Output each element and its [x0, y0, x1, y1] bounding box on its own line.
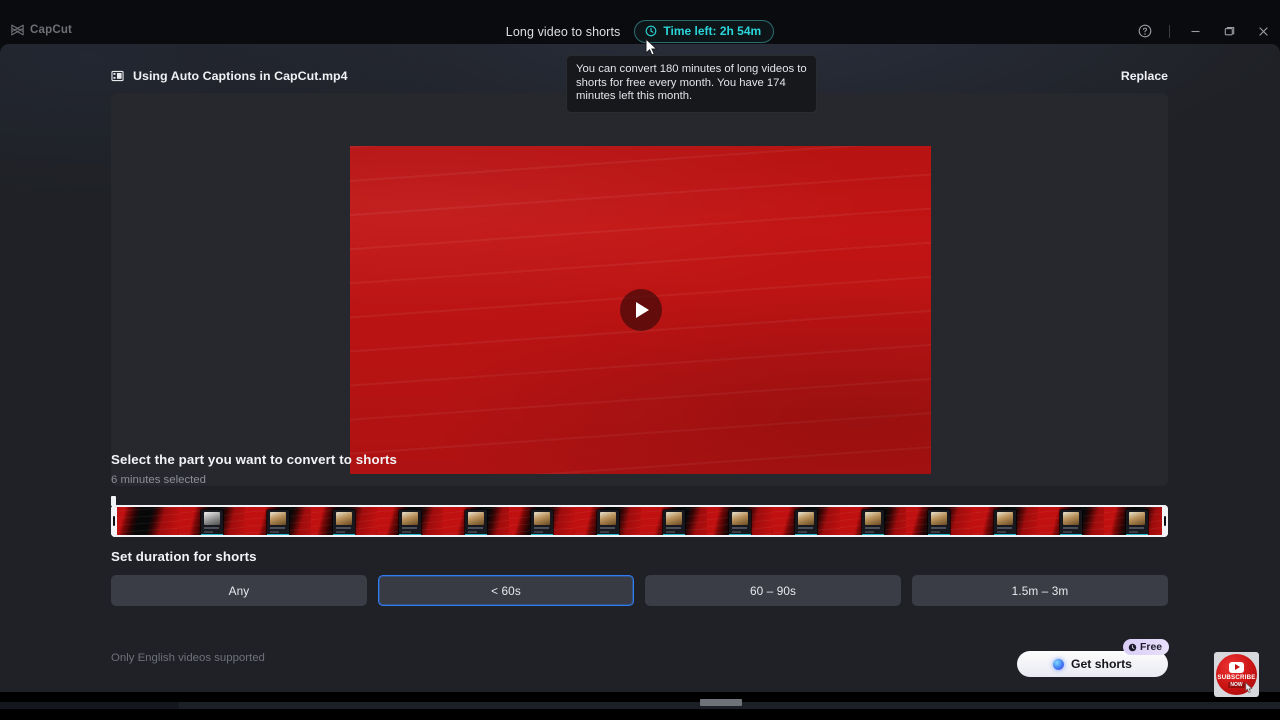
get-shorts-area: Free Get shorts — [1017, 645, 1169, 673]
timeline-frame — [840, 507, 906, 535]
duration-section-title: Set duration for shorts — [111, 549, 257, 564]
duration-option-1[interactable]: < 60s — [378, 575, 634, 606]
duration-option-0[interactable]: Any — [111, 575, 367, 606]
youtube-play-icon — [1229, 662, 1244, 673]
timeline-frame — [509, 507, 575, 535]
taskbar-strip — [0, 702, 1280, 709]
timeline-thumbnail — [399, 510, 421, 535]
duration-option-2[interactable]: 60 – 90s — [645, 575, 901, 606]
timeline-frame — [377, 507, 443, 535]
maximize-icon — [1223, 25, 1236, 38]
video-preview[interactable] — [350, 146, 931, 474]
timeline-frame — [245, 507, 311, 535]
selected-duration-label: 6 minutes selected — [111, 474, 206, 486]
timeline-frame — [1104, 507, 1168, 535]
main-panel: Using Auto Captions in CapCut.mp4 Replac… — [0, 44, 1280, 692]
taskbar — [0, 692, 1280, 720]
filmstrip[interactable] — [111, 505, 1168, 537]
timeline-frame — [707, 507, 773, 535]
title-bar-center: Long video to shorts Time left: 2h 54m — [0, 20, 1280, 43]
timeline-frame — [311, 507, 377, 535]
file-info: Using Auto Captions in CapCut.mp4 — [111, 69, 348, 83]
duration-options: Any < 60s 60 – 90s 1.5m – 3m — [111, 575, 1168, 606]
video-stage — [111, 93, 1168, 486]
time-left-tooltip: You can convert 180 minutes of long vide… — [566, 55, 817, 113]
window-controls — [1129, 18, 1280, 44]
duration-option-label: 1.5m – 3m — [1012, 584, 1069, 598]
timeline-thumbnail — [333, 510, 355, 535]
window-title: Long video to shorts — [506, 25, 621, 39]
title-bar-divider — [1169, 25, 1170, 38]
free-badge-label: Free — [1140, 642, 1162, 653]
clock-icon — [1128, 643, 1137, 652]
play-icon — [636, 302, 649, 318]
timeline-thumbnail — [267, 510, 289, 535]
timeline-thumbnail — [994, 510, 1016, 535]
timeline-thumbnail — [465, 510, 487, 535]
timeline-thumbnail — [862, 510, 884, 535]
replace-button[interactable]: Replace — [1121, 69, 1168, 83]
help-circle-icon — [1138, 24, 1152, 38]
minimize-icon — [1189, 25, 1202, 38]
play-button[interactable] — [620, 289, 662, 331]
subscribe-watermark: SUBSCRIBE NOW — [1214, 652, 1259, 697]
get-shorts-label: Get shorts — [1071, 657, 1132, 671]
help-button[interactable] — [1129, 18, 1161, 44]
duration-option-3[interactable]: 1.5m – 3m — [912, 575, 1168, 606]
close-icon — [1257, 25, 1270, 38]
timeline-frame — [179, 507, 245, 535]
maximize-button[interactable] — [1212, 18, 1246, 44]
sparkle-icon — [1053, 659, 1064, 670]
duration-option-label: Any — [229, 584, 250, 598]
trim-handle-right[interactable] — [1162, 505, 1168, 537]
time-left-badge[interactable]: Time left: 2h 54m — [634, 20, 774, 43]
trim-handle-left[interactable] — [111, 505, 117, 537]
file-name-label: Using Auto Captions in CapCut.mp4 — [133, 69, 348, 83]
timeline-thumbnail — [663, 510, 685, 535]
timeline-frame — [1038, 507, 1104, 535]
timeline-thumbnail — [531, 510, 553, 535]
taskbar-thumbnail[interactable] — [700, 699, 742, 706]
timeline-frame — [906, 507, 972, 535]
close-button[interactable] — [1246, 18, 1280, 44]
timeline-frame — [443, 507, 509, 535]
timeline-thumbnail — [201, 510, 223, 535]
timeline-thumbnail — [1126, 510, 1148, 535]
timeline-frame — [773, 507, 839, 535]
timeline-frame — [972, 507, 1038, 535]
minimize-button[interactable] — [1178, 18, 1212, 44]
timeline-frame — [113, 507, 179, 535]
capcut-window: CapCut Long video to shorts Time left: 2… — [0, 0, 1280, 720]
timeline[interactable] — [111, 496, 1168, 538]
timeline-thumbnail — [795, 510, 817, 535]
duration-option-label: 60 – 90s — [750, 584, 796, 598]
clock-icon — [645, 25, 657, 37]
duration-option-label: < 60s — [491, 584, 521, 598]
timeline-thumbnail — [597, 510, 619, 535]
timeline-thumbnail — [928, 510, 950, 535]
pointer-hand-icon — [1244, 682, 1255, 694]
select-section-title: Select the part you want to convert to s… — [111, 452, 397, 467]
free-badge: Free — [1123, 639, 1169, 655]
title-bar: CapCut Long video to shorts Time left: 2… — [0, 0, 1280, 44]
watermark-line1: SUBSCRIBE — [1217, 674, 1255, 681]
film-icon — [111, 70, 124, 82]
time-left-label: Time left: 2h 54m — [663, 24, 761, 38]
timeline-thumbnail — [729, 510, 751, 535]
footer-note: Only English videos supported — [111, 652, 265, 664]
timeline-thumbnail — [1060, 510, 1082, 535]
timeline-frame — [641, 507, 707, 535]
timeline-frame — [575, 507, 641, 535]
watermark-line2: NOW — [1228, 682, 1244, 688]
